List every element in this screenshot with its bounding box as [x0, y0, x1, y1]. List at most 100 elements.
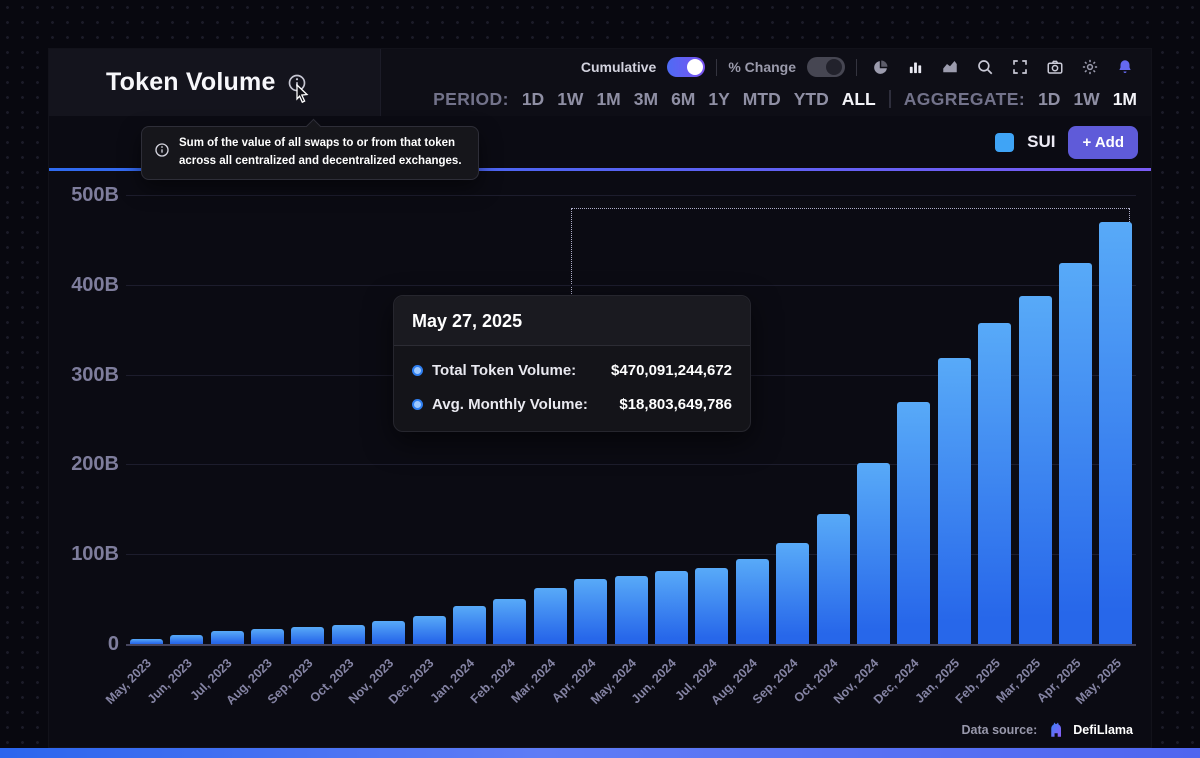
- chart-bar-feb-2024[interactable]: [493, 599, 526, 644]
- search-icon[interactable]: [973, 55, 997, 79]
- title-block: Token Volume: [49, 49, 381, 116]
- bar-chart: May 27, 2025 Total Token Volume:$470,091…: [49, 171, 1151, 711]
- chart-bar-sep-2023[interactable]: [291, 627, 324, 644]
- toggle-knob: [826, 59, 842, 75]
- divider: [889, 90, 891, 108]
- divider: [716, 59, 717, 76]
- page-title: Token Volume: [106, 68, 276, 97]
- option-1m[interactable]: 1M: [1113, 89, 1137, 110]
- info-tooltip-text: Sum of the value of all swaps to or from…: [179, 135, 466, 171]
- gridline: [126, 285, 1136, 286]
- info-icon[interactable]: [287, 73, 307, 93]
- pie-chart-icon[interactable]: [868, 55, 892, 79]
- tooltip-label: Avg. Monthly Volume:: [432, 396, 588, 413]
- chart-bar-dec-2023[interactable]: [413, 616, 446, 644]
- chart-bar-may-2025[interactable]: [1099, 222, 1132, 644]
- tooltip-date: May 27, 2025: [394, 296, 750, 346]
- info-icon: [154, 142, 170, 163]
- chart-bar-feb-2025[interactable]: [978, 323, 1011, 644]
- crosshair-horizontal: [571, 208, 1129, 209]
- percent-change-toggle[interactable]: [807, 57, 845, 77]
- y-axis-label: 500B: [49, 182, 119, 208]
- option-1w[interactable]: 1W: [557, 89, 583, 110]
- chart-bar-jun-2023[interactable]: [170, 635, 203, 644]
- percent-change-label: % Change: [728, 59, 796, 75]
- gridline: [126, 644, 1136, 646]
- period-label: PERIOD:: [433, 89, 509, 110]
- tooltip-value: $18,803,649,786: [619, 396, 732, 413]
- chart-bar-apr-2024[interactable]: [574, 579, 607, 644]
- chart-bar-mar-2024[interactable]: [534, 588, 567, 644]
- option-mtd[interactable]: MTD: [743, 89, 781, 110]
- chart-bar-jul-2024[interactable]: [695, 568, 728, 644]
- option-6m[interactable]: 6M: [671, 89, 695, 110]
- chart-bar-sep-2024[interactable]: [776, 543, 809, 644]
- tooltip-label: Total Token Volume:: [432, 362, 576, 379]
- defillama-logo-icon: [1046, 721, 1064, 739]
- option-ytd[interactable]: YTD: [794, 89, 829, 110]
- page: Token Volume Cumulative: [0, 0, 1200, 758]
- area-chart-icon[interactable]: [938, 55, 962, 79]
- cumulative-label: Cumulative: [581, 59, 656, 75]
- y-axis-label: 400B: [49, 272, 119, 298]
- aggregate-options: 1D 1W 1M: [1038, 89, 1137, 110]
- option-all[interactable]: ALL: [842, 89, 876, 110]
- chart-bar-jan-2025[interactable]: [938, 358, 971, 644]
- chart-bar-mar-2025[interactable]: [1019, 296, 1052, 644]
- option-1d[interactable]: 1D: [522, 89, 544, 110]
- option-1y[interactable]: 1Y: [708, 89, 729, 110]
- chart-bar-jul-2023[interactable]: [211, 631, 244, 644]
- y-axis-label: 100B: [49, 541, 119, 567]
- tooltip-row: Total Token Volume:$470,091,244,672: [412, 357, 732, 384]
- add-token-button[interactable]: + Add: [1068, 126, 1138, 159]
- chart-bar-nov-2024[interactable]: [857, 463, 890, 644]
- option-3m[interactable]: 3M: [634, 89, 658, 110]
- chart-bar-nov-2023[interactable]: [372, 621, 405, 644]
- gear-icon[interactable]: [1078, 55, 1102, 79]
- tooltip-rows: Total Token Volume:$470,091,244,672 Avg. …: [394, 346, 750, 431]
- x-axis-label: May, 2023: [103, 656, 154, 707]
- option-1m[interactable]: 1M: [596, 89, 620, 110]
- header-controls: Cumulative % Change: [381, 49, 1151, 116]
- divider: [856, 59, 857, 76]
- toggle-knob: [687, 59, 703, 75]
- chart-bar-jun-2024[interactable]: [655, 571, 688, 644]
- period-aggregate-row: PERIOD: 1D 1W 1M 3M 6M 1Y MTD YTD ALL AGGREGATE:…: [401, 85, 1137, 114]
- fullscreen-icon[interactable]: [1008, 55, 1032, 79]
- chart-bar-jan-2024[interactable]: [453, 606, 486, 644]
- aggregate-label: AGGREGATE:: [904, 89, 1025, 110]
- bar-chart-icon[interactable]: [903, 55, 927, 79]
- option-1w[interactable]: 1W: [1073, 89, 1099, 110]
- brand-name: DefiLlama: [1073, 723, 1133, 737]
- panel-footer: Data source: DefiLlama: [49, 711, 1151, 749]
- chart-bar-may-2023[interactable]: [130, 639, 163, 644]
- chart-tooltip: May 27, 2025 Total Token Volume:$470,091…: [393, 295, 751, 432]
- legend-swatch: [995, 133, 1014, 152]
- cumulative-toggle[interactable]: [667, 57, 705, 77]
- mouse-cursor-icon: [294, 84, 310, 104]
- chart-bar-aug-2024[interactable]: [736, 559, 769, 644]
- chart-bar-may-2024[interactable]: [615, 576, 648, 644]
- chart-bar-oct-2023[interactable]: [332, 625, 365, 644]
- chart-bar-aug-2023[interactable]: [251, 629, 284, 644]
- controls-row: Cumulative % Change: [401, 53, 1137, 82]
- option-1d[interactable]: 1D: [1038, 89, 1060, 110]
- crosshair-vertical: [571, 208, 572, 296]
- camera-icon[interactable]: [1043, 55, 1067, 79]
- chart-bar-apr-2025[interactable]: [1059, 263, 1092, 644]
- series-bullet-icon: [412, 365, 423, 376]
- data-source-label: Data source:: [962, 723, 1038, 737]
- y-axis-label: 0: [49, 631, 119, 657]
- gridline: [126, 195, 1136, 196]
- tooltip-row: Avg. Monthly Volume: $18,803,649,786: [412, 391, 732, 418]
- period-options: 1D 1W 1M 3M 6M 1Y MTD YTD ALL: [522, 89, 876, 110]
- chart-bar-dec-2024[interactable]: [897, 402, 930, 644]
- info-tooltip: Sum of the value of all swaps to or from…: [141, 126, 479, 180]
- crosshair-vertical: [1129, 208, 1130, 222]
- series-bullet-icon: [412, 399, 423, 410]
- bottom-accent-strip: [0, 748, 1200, 758]
- y-axis-label: 200B: [49, 451, 119, 477]
- legend-token: SUI: [1027, 132, 1055, 152]
- bell-icon[interactable]: [1113, 55, 1137, 79]
- chart-bar-oct-2024[interactable]: [817, 514, 850, 644]
